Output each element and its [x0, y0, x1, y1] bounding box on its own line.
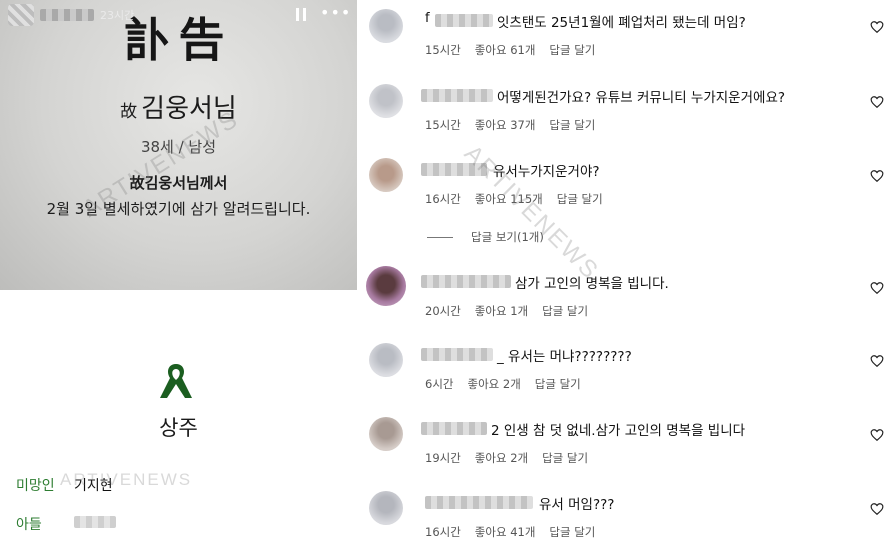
comment-meta: 6시간 좋아요 2개 답글 달기 — [425, 376, 595, 392]
avatar[interactable] — [366, 266, 406, 306]
comment-text: _ 유서는 머냐???????? — [497, 349, 632, 365]
deceased-prefix: 故 — [120, 102, 138, 122]
comment-username-blurred[interactable] — [425, 496, 533, 509]
family-relation-1: 미망인 — [16, 478, 55, 494]
comment-username-blurred[interactable] — [421, 422, 487, 435]
comment-item: 유서 머임??? 16시간 좋아요 41개 답글 달기 — [357, 484, 888, 554]
comment-username-blurred[interactable] — [421, 348, 493, 361]
comment-text: 2 인생 참 덧 없네.삼가 고인의 명복을 빕니다 — [491, 423, 746, 439]
story-header: 23시간 ••• — [0, 0, 357, 30]
avatar[interactable] — [369, 417, 403, 451]
pause-icon[interactable] — [296, 8, 306, 21]
comment-item: 삼가 고인의 명복을 빕니다. 20시간 좋아요 1개 답글 달기 — [357, 263, 888, 333]
avatar[interactable] — [369, 9, 403, 43]
comment-text: 유서 머임??? — [539, 497, 615, 513]
avatar[interactable] — [8, 4, 34, 26]
heart-icon[interactable] — [870, 354, 884, 368]
family-relation-2: 아들 — [16, 517, 42, 533]
reply-button[interactable]: 답글 달기 — [535, 377, 581, 391]
heart-icon[interactable] — [870, 502, 884, 516]
reply-button[interactable]: 답글 달기 — [557, 192, 603, 206]
comment-likes[interactable]: 좋아요 2개 — [467, 377, 520, 391]
reply-button[interactable]: 답글 달기 — [549, 118, 595, 132]
comment-time: 16시간 — [425, 525, 461, 539]
comment-text: 잇츠탠도 25년1월에 폐업처리 됐는데 머임? — [497, 15, 746, 31]
mourning-ribbon-icon — [160, 364, 192, 398]
comment-time: 15시간 — [425, 43, 461, 57]
heart-icon[interactable] — [870, 428, 884, 442]
comment-meta: 19시간 좋아요 2개 답글 달기 — [425, 450, 602, 466]
heart-icon[interactable] — [870, 169, 884, 183]
comment-likes[interactable]: 좋아요 41개 — [475, 525, 536, 539]
heart-icon[interactable] — [870, 95, 884, 109]
comment-time: 19시간 — [425, 451, 461, 465]
comment-meta: 16시간 좋아요 41개 답글 달기 — [425, 524, 609, 540]
comment-item: f 잇츠탠도 25년1월에 폐업처리 됐는데 머임? 15시간 좋아요 61개 답글… — [357, 2, 888, 72]
comment-meta: 15시간 좋아요 61개 답글 달기 — [425, 42, 609, 58]
chief-mourner-label: 상주 — [159, 416, 198, 440]
view-replies-button[interactable]: 답글 보기(1개) — [427, 229, 544, 245]
reply-button[interactable]: 답글 달기 — [549, 525, 595, 539]
deceased-name: 故 김웅서님 — [0, 88, 357, 125]
username-blurred[interactable] — [40, 9, 94, 21]
comment-item: 2 인생 참 덧 없네.삼가 고인의 명복을 빕니다 19시간 좋아요 2개 답글 … — [357, 410, 888, 480]
comment-time: 6시간 — [425, 377, 454, 391]
comment-time: 16시간 — [425, 192, 461, 206]
comment-time: 20시간 — [425, 304, 461, 318]
avatar[interactable] — [369, 158, 403, 192]
replies-divider — [427, 237, 453, 238]
comment-item: 어떻게된건가요? 유튜브 커뮤니티 누가지운거에요? 15시간 좋아요 37개 답글… — [357, 77, 888, 147]
family-name-2-blurred — [74, 516, 116, 528]
avatar[interactable] — [369, 491, 403, 525]
avatar[interactable] — [369, 84, 403, 118]
comment-item: _ 유서는 머냐???????? 6시간 좋아요 2개 답글 달기 — [357, 336, 888, 406]
comment-time: 15시간 — [425, 118, 461, 132]
notice-line-1: 故김웅서님께서 — [129, 174, 228, 192]
comment-username-blurred[interactable] — [421, 89, 493, 102]
comment-meta: 20시간 좋아요 1개 답글 달기 — [425, 303, 602, 319]
reply-button[interactable]: 답글 달기 — [549, 43, 595, 57]
comment-item: 유서누가지운거야? 16시간 좋아요 115개 답글 달기 — [357, 151, 888, 221]
comment-likes[interactable]: 좋아요 37개 — [475, 118, 536, 132]
heart-icon[interactable] — [870, 281, 884, 295]
comment-username-prefix[interactable]: f — [425, 11, 430, 26]
comment-meta: 15시간 좋아요 37개 답글 달기 — [425, 117, 609, 133]
comment-likes[interactable]: 좋아요 61개 — [475, 43, 536, 57]
reply-button[interactable]: 답글 달기 — [542, 304, 588, 318]
heart-icon[interactable] — [870, 20, 884, 34]
comment-username-blurred[interactable] — [435, 14, 493, 27]
comment-likes[interactable]: 좋아요 2개 — [475, 451, 528, 465]
avatar[interactable] — [369, 343, 403, 377]
story-time: 23시간 — [100, 9, 135, 22]
notice-line-2: 2월 3일 별세하였기에 삼가 알려드립니다. — [46, 200, 311, 218]
comment-likes[interactable]: 좋아요 1개 — [475, 304, 528, 318]
comment-text: 어떻게된건가요? 유튜브 커뮤니티 누가지운거에요? — [497, 90, 786, 106]
watermark: ARTIVENEWS — [60, 470, 193, 489]
reply-button[interactable]: 답글 달기 — [542, 451, 588, 465]
more-icon[interactable]: ••• — [320, 3, 351, 22]
comments-panel: f 잇츠탠도 25년1월에 폐업처리 됐는데 머임? 15시간 좋아요 61개 답글… — [357, 0, 888, 556]
comment-username-blurred[interactable] — [421, 275, 511, 288]
